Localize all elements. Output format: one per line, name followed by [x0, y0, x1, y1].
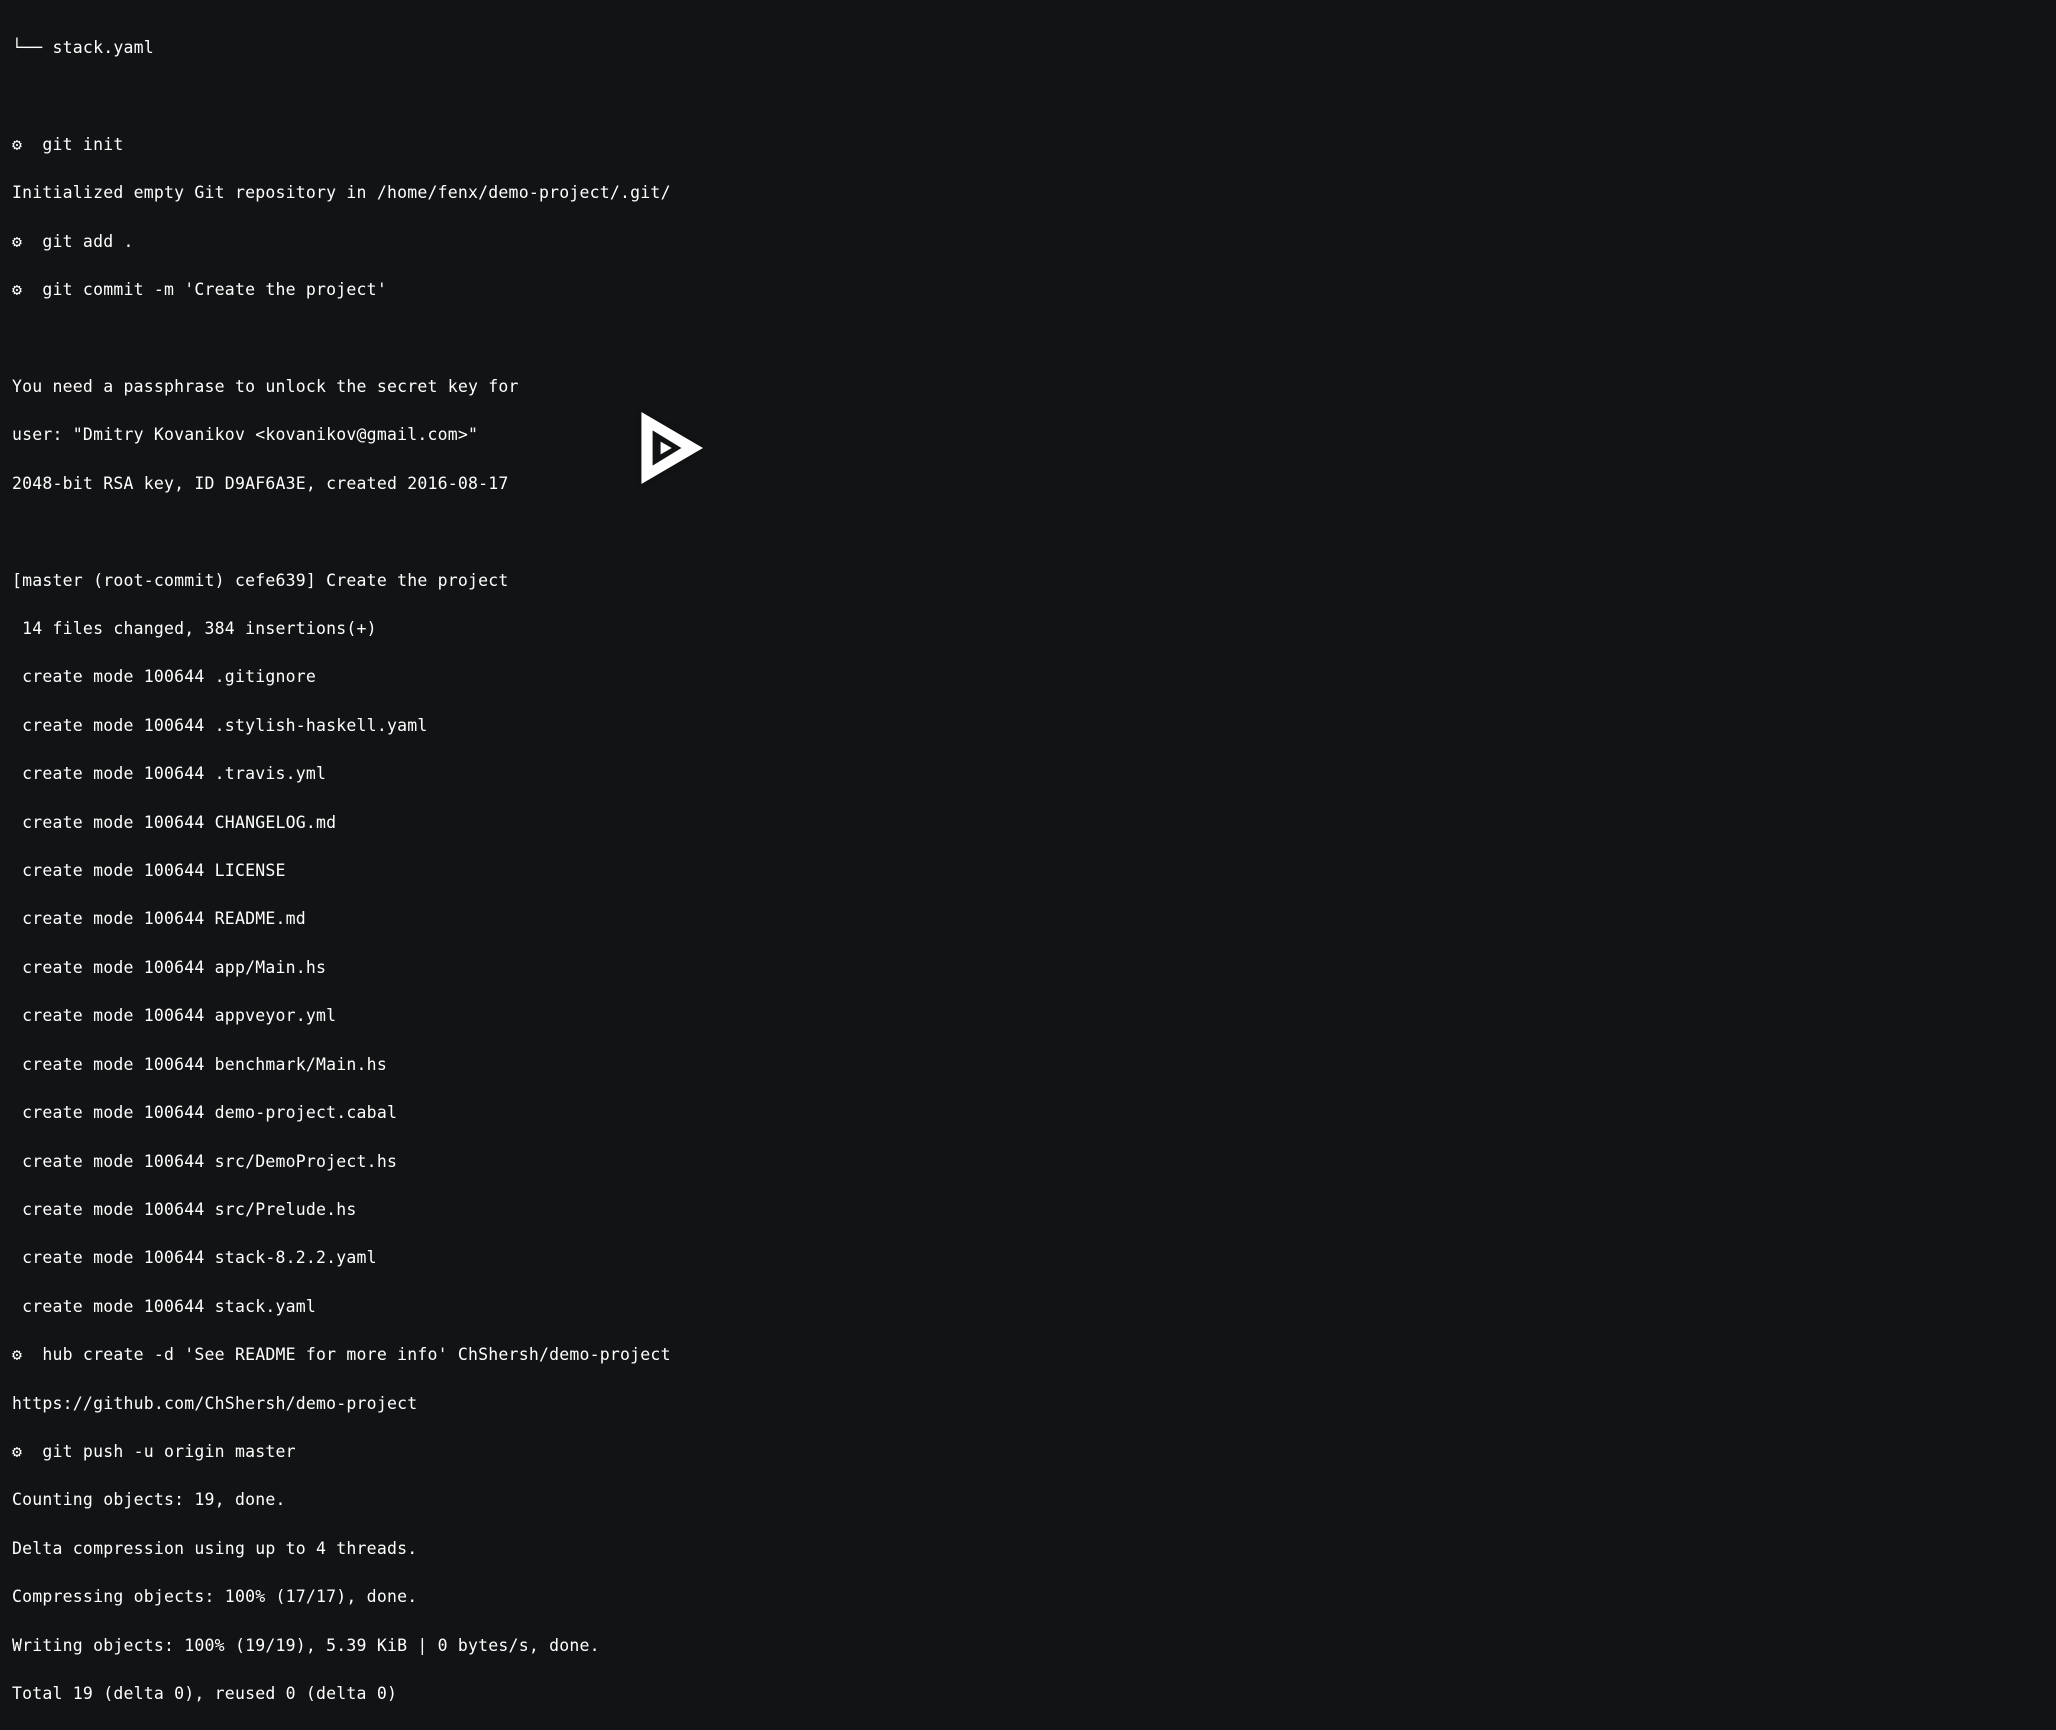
output-line: create mode 100644 .gitignore — [12, 665, 1321, 689]
output-line: create mode 100644 CHANGELOG.md — [12, 811, 1321, 835]
output-line: Delta compression using up to 4 threads. — [12, 1537, 1321, 1561]
output-line: 14 files changed, 384 insertions(+) — [12, 617, 1321, 641]
blank-line — [12, 327, 1321, 351]
output-line: Initialized empty Git repository in /hom… — [12, 181, 1321, 205]
prompt-line: ⚙ git add . — [12, 230, 1321, 254]
output-line: create mode 100644 README.md — [12, 907, 1321, 931]
prompt-line: ⚙ git init — [12, 133, 1321, 157]
output-line: create mode 100644 demo-project.cabal — [12, 1101, 1321, 1125]
output-line: create mode 100644 src/DemoProject.hs — [12, 1150, 1321, 1174]
output-line: Compressing objects: 100% (17/17), done. — [12, 1585, 1321, 1609]
output-line: create mode 100644 stack.yaml — [12, 1295, 1321, 1319]
output-line: Writing objects: 100% (19/19), 5.39 KiB … — [12, 1634, 1321, 1658]
output-line: create mode 100644 .stylish-haskell.yaml — [12, 714, 1321, 738]
play-icon — [627, 403, 707, 493]
prompt-line: ⚙ git push -u origin master — [12, 1440, 1321, 1464]
output-line: create mode 100644 stack-8.2.2.yaml — [12, 1246, 1321, 1270]
output-line: create mode 100644 appveyor.yml — [12, 1004, 1321, 1028]
blank-line — [12, 85, 1321, 109]
output-line: [master (root-commit) cefe639] Create th… — [12, 569, 1321, 593]
output-line: https://github.com/ChShersh/demo-project — [12, 1392, 1321, 1416]
output-line: Counting objects: 19, done. — [12, 1488, 1321, 1512]
terminal-output: └── stack.yaml ⚙ git init Initialized em… — [12, 12, 1321, 1730]
prompt-line: ⚙ git commit -m 'Create the project' — [12, 278, 1321, 302]
output-line: Total 19 (delta 0), reused 0 (delta 0) — [12, 1682, 1321, 1706]
prompt-line: ⚙ hub create -d 'See README for more inf… — [12, 1343, 1321, 1367]
play-button[interactable] — [627, 403, 707, 493]
output-line: create mode 100644 src/Prelude.hs — [12, 1198, 1321, 1222]
output-line: You need a passphrase to unlock the secr… — [12, 375, 1321, 399]
tree-line: └── stack.yaml — [12, 36, 1321, 60]
blank-line — [12, 520, 1321, 544]
output-line: create mode 100644 LICENSE — [12, 859, 1321, 883]
output-line: create mode 100644 app/Main.hs — [12, 956, 1321, 980]
output-line: create mode 100644 .travis.yml — [12, 762, 1321, 786]
output-line: create mode 100644 benchmark/Main.hs — [12, 1053, 1321, 1077]
